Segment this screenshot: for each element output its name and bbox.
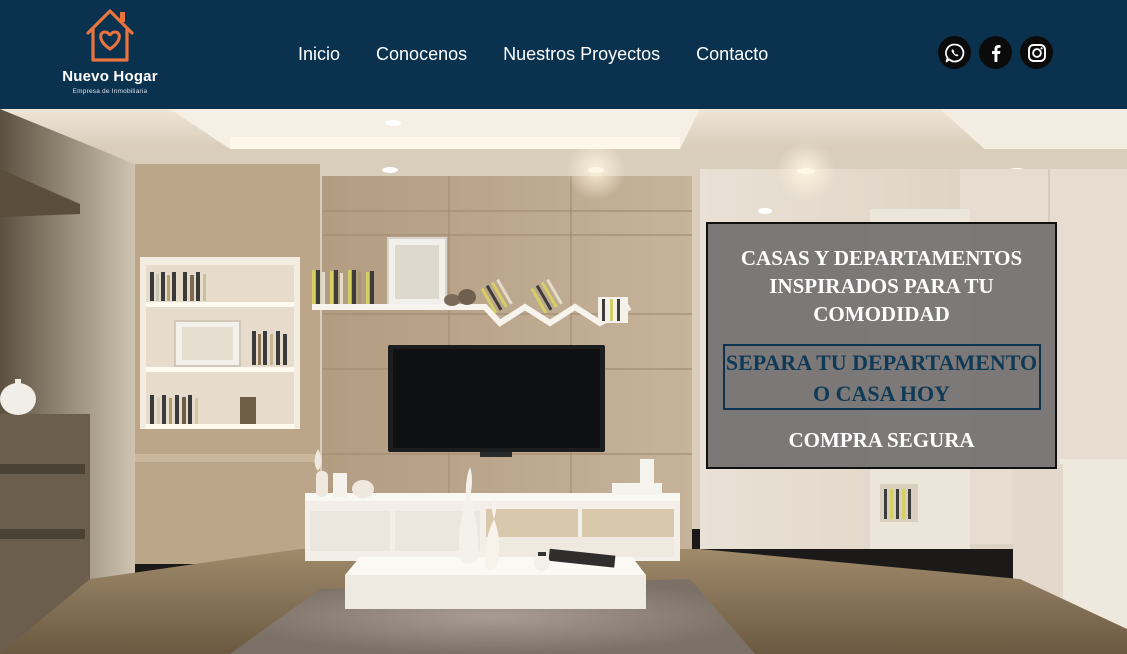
brand-name: Nuevo Hogar [62,68,158,85]
site-header: Nuevo Hogar Empresa de Inmobiliaria Inic… [0,0,1127,109]
whatsapp-link[interactable] [938,36,971,69]
hero-section: CASAS Y DEPARTAMENTOS INSPIRADOS PARA TU… [0,109,1127,654]
facebook-icon [991,44,1000,62]
social-links [938,36,1053,69]
house-heart-icon [86,9,134,62]
reserve-cta-button[interactable]: SEPARA TU DEPARTAMENTO O CASA HOY [722,344,1041,410]
main-nav: Inicio Conocenos Nuestros Proyectos Cont… [290,42,796,66]
whatsapp-icon [944,43,964,62]
nav-contacto[interactable]: Contacto [688,42,776,66]
instagram-icon [1027,43,1046,62]
logo[interactable]: Nuevo Hogar Empresa de Inmobiliaria [58,6,162,102]
nav-inicio[interactable]: Inicio [290,42,348,66]
instagram-link[interactable] [1020,36,1053,69]
brand-tagline: Empresa de Inmobiliaria [72,88,148,95]
facebook-link[interactable] [979,36,1012,69]
promo-title: CASAS Y DEPARTAMENTOS INSPIRADOS PARA TU… [740,246,1023,326]
nav-nuestros-proyectos[interactable]: Nuestros Proyectos [495,42,668,66]
promo-subtitle: COMPRA SEGURA [788,428,975,452]
promo-box: CASAS Y DEPARTAMENTOS INSPIRADOS PARA TU… [706,222,1057,469]
nav-conocenos[interactable]: Conocenos [368,42,475,66]
